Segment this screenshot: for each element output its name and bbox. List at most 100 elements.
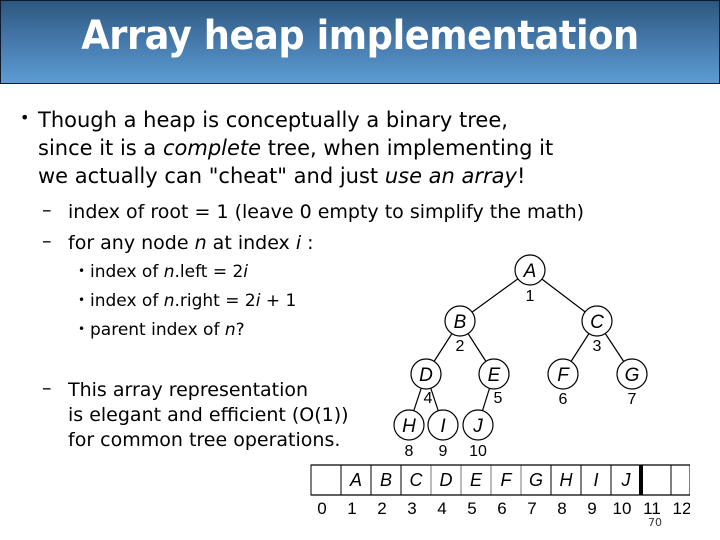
tree-nodes: A 1 B 2 C 3 D 4 E 5 F 6 G 7 H 8 I 9 J 10 bbox=[393, 254, 648, 460]
formula-left-child: index of n.left = 2i bbox=[90, 259, 248, 285]
tree-node-label: D bbox=[419, 365, 433, 386]
text-span: tree, when implementing it bbox=[261, 136, 554, 160]
text-span: we actually can "cheat" and just bbox=[38, 164, 385, 188]
array-cell bbox=[550, 464, 582, 496]
bullet-marker: • bbox=[78, 322, 86, 336]
tree-node-label: H bbox=[402, 416, 416, 437]
tree-edge bbox=[481, 388, 491, 411]
array-cell-value: B bbox=[380, 470, 392, 490]
text-span: ? bbox=[235, 320, 245, 340]
tree-node-circle bbox=[462, 409, 494, 441]
tree-node-label: C bbox=[590, 312, 604, 333]
tree-node-index: 5 bbox=[494, 390, 503, 407]
tree-edge bbox=[413, 388, 422, 411]
array-cell bbox=[670, 464, 691, 496]
array-cell-value: A bbox=[349, 470, 362, 490]
array-index-label: 12 bbox=[673, 499, 692, 518]
tree-node-circle bbox=[616, 358, 648, 390]
tree-node-label: E bbox=[488, 365, 501, 386]
var-n: n bbox=[163, 262, 175, 282]
text-span: parent index of bbox=[90, 320, 225, 340]
array-cell bbox=[640, 464, 672, 496]
tree-node-index: 2 bbox=[456, 338, 465, 355]
main-bullet-line-1: Though a heap is conceptually a binary t… bbox=[38, 108, 508, 132]
text-span: : bbox=[301, 232, 314, 254]
array-cell-value: I bbox=[593, 470, 598, 490]
sub-bullet-array-line-2: is elegant and efficient (O(1)) bbox=[68, 404, 349, 426]
array-index-label: 8 bbox=[557, 499, 566, 518]
tree-node-circle bbox=[444, 305, 476, 337]
array-end-marker bbox=[639, 465, 643, 495]
sub-bullet-array-line-3: for common tree operations. bbox=[68, 429, 341, 451]
text-span: index of bbox=[90, 262, 164, 282]
array-cell-value: E bbox=[470, 470, 483, 490]
sub-bullet-any-node: for any node n at index i : bbox=[68, 230, 314, 256]
slide-title: Array heap implementation bbox=[81, 13, 639, 59]
tree-node-label: F bbox=[557, 365, 570, 386]
array-index-label: 9 bbox=[587, 499, 596, 518]
array-cell bbox=[610, 464, 642, 496]
main-bullet-line-3: we actually can "cheat" and just use an … bbox=[38, 163, 525, 189]
tree-node-index: 3 bbox=[593, 338, 602, 355]
dash-marker: – bbox=[42, 199, 52, 221]
tree-edge bbox=[433, 333, 453, 362]
tree-node-index: 8 bbox=[405, 443, 414, 460]
array-cell bbox=[400, 464, 432, 496]
tree-edge bbox=[541, 278, 586, 313]
text-span: + 1 bbox=[260, 291, 297, 311]
array-index-label: 5 bbox=[467, 499, 476, 518]
array-cell-value: G bbox=[529, 470, 543, 490]
var-n: n bbox=[224, 320, 236, 340]
array-cell-value: J bbox=[621, 470, 632, 490]
tree-node-index: 10 bbox=[469, 443, 487, 460]
sub-bullet-root-index: index of root = 1 (leave 0 empty to simp… bbox=[68, 201, 585, 223]
tree-node-index: 1 bbox=[526, 288, 535, 305]
tree-node-circle bbox=[427, 409, 459, 441]
tree-node-index: 4 bbox=[424, 390, 433, 407]
array-index-label: 6 bbox=[497, 499, 506, 518]
tree-node-index: 6 bbox=[559, 391, 568, 408]
tree-node-label: B bbox=[454, 312, 467, 333]
sub-bullet-array-line-1: This array representation bbox=[68, 379, 309, 401]
emphasis-use-an-array: use an array bbox=[384, 164, 517, 188]
tree-node-circle bbox=[547, 358, 579, 390]
text-span: since it is a bbox=[38, 136, 163, 160]
formula-right-child: index of n.right = 2i + 1 bbox=[90, 288, 296, 314]
var-n: n bbox=[194, 232, 207, 254]
dash-marker: – bbox=[42, 230, 52, 252]
tree-node-label: G bbox=[625, 365, 640, 386]
array-cell bbox=[340, 464, 372, 496]
array-cell bbox=[430, 464, 462, 496]
tree-node-circle bbox=[581, 305, 613, 337]
tree-edge bbox=[570, 333, 590, 362]
tree-node-label: I bbox=[440, 416, 446, 437]
array: A B C D E F G H I J0 1 2 3 4 5 6 7 8 9 10 11 12 bbox=[310, 463, 720, 523]
array-cell-value: D bbox=[440, 470, 453, 490]
bullet-marker: • bbox=[78, 264, 86, 278]
tree-node-label: J bbox=[472, 416, 483, 437]
tree-edge bbox=[467, 333, 487, 362]
tree-node-circle bbox=[478, 358, 510, 390]
main-bullet-line-2: since it is a complete tree, when implem… bbox=[38, 135, 553, 161]
tree-node-index: 7 bbox=[628, 391, 637, 408]
bullet-marker: • bbox=[20, 108, 30, 127]
array-cell bbox=[460, 464, 492, 496]
array-cell-value: H bbox=[560, 470, 574, 490]
array-index-label: 1 bbox=[347, 499, 356, 518]
array-index-label: 0 bbox=[317, 499, 326, 518]
text-span: .right = 2 bbox=[174, 291, 256, 311]
tree-edge bbox=[604, 333, 625, 362]
array-index-label: 2 bbox=[377, 499, 386, 518]
array-cell bbox=[520, 464, 552, 496]
title-bar: Array heap implementation bbox=[0, 0, 720, 84]
tree-node-index: 9 bbox=[439, 443, 448, 460]
tree-node-label: A bbox=[523, 261, 537, 282]
array-cell bbox=[580, 464, 612, 496]
array-cell bbox=[370, 464, 402, 496]
dash-marker: – bbox=[42, 377, 52, 399]
array-index-label: 7 bbox=[527, 499, 536, 518]
array-cell-value: C bbox=[410, 470, 424, 490]
tree-edge bbox=[430, 388, 439, 411]
array-index-label: 4 bbox=[437, 499, 446, 518]
text-span: index of bbox=[90, 291, 164, 311]
